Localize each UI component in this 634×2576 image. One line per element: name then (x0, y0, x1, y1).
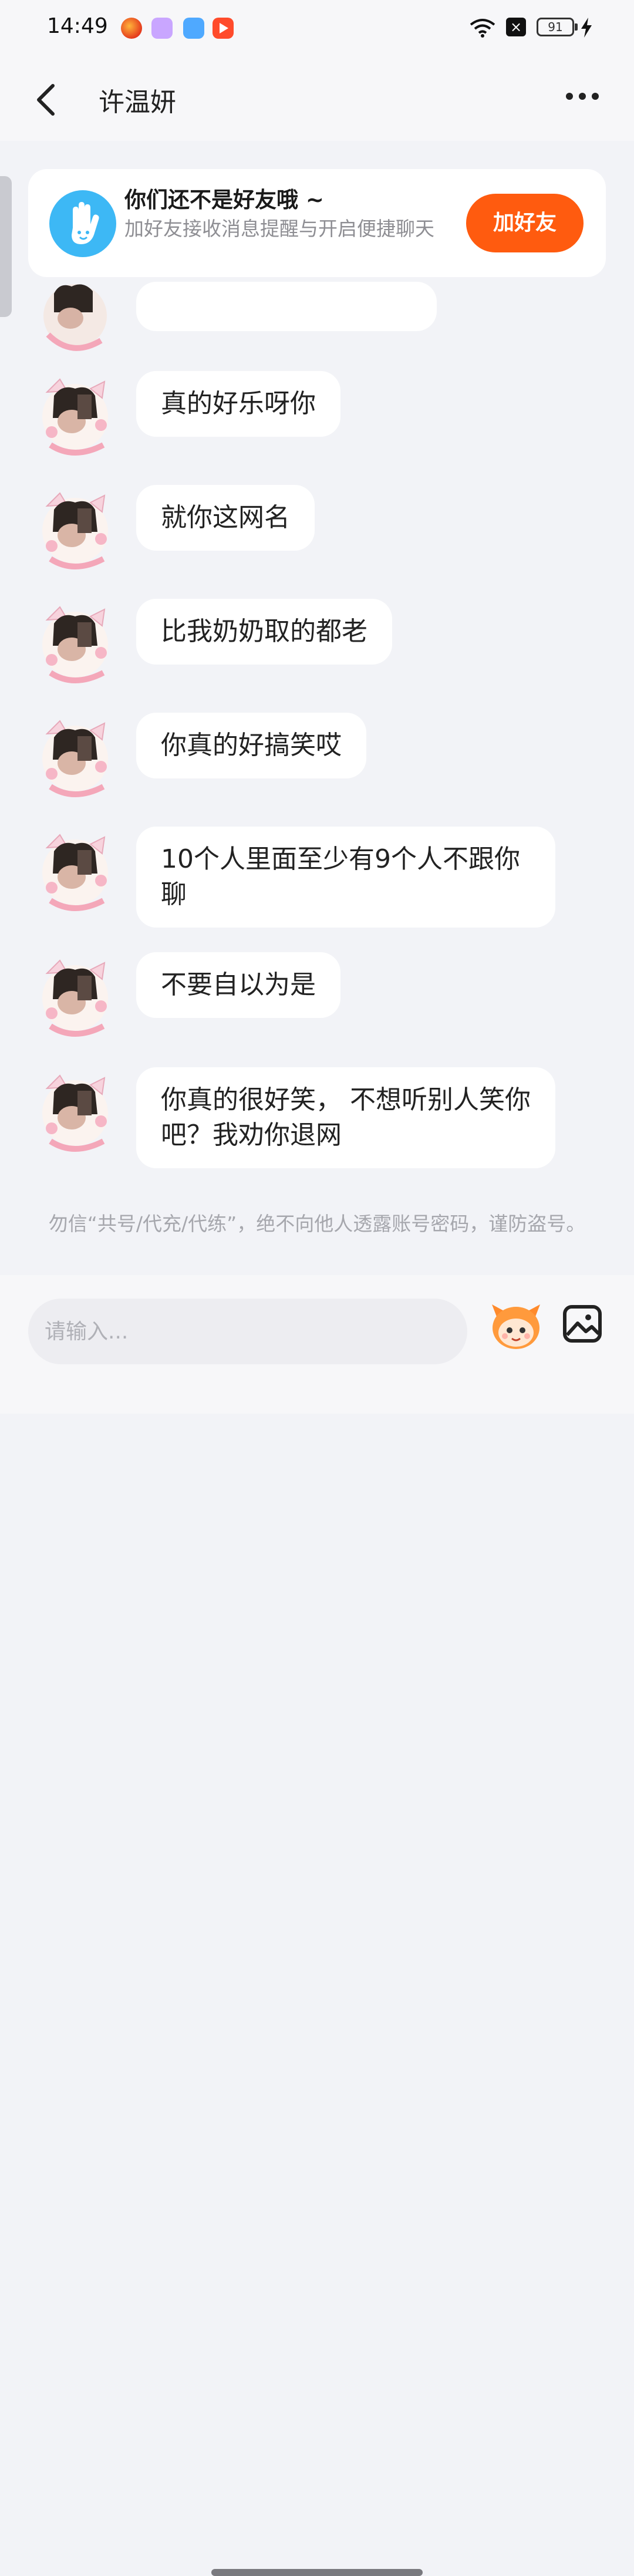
friend-request-banner: 你们还不是好友哦 ~ 加好友接收消息提醒与开启便捷聊天 加好友 (28, 169, 606, 277)
chat-app-icon (151, 18, 173, 39)
charging-icon (580, 18, 593, 40)
home-indicator[interactable] (211, 2569, 423, 2576)
chat-header: 许温妍 (0, 56, 634, 141)
add-friend-button[interactable]: 加好友 (466, 194, 584, 252)
battery-tip (575, 23, 578, 31)
banner-title: 你们还不是好友哦 ~ (124, 187, 324, 213)
hand-wave-icon (49, 190, 116, 257)
weibo-app-icon (121, 18, 142, 39)
security-notice: 勿信“共号/代充/代练”，绝不向他人透露账号密码，谨防盗号。 (48, 1212, 586, 1235)
banner-subtitle: 加好友接收消息提醒与开启便捷聊天 (124, 217, 434, 240)
wifi-icon (470, 18, 495, 40)
input-bar (0, 1275, 634, 2576)
status-bar: 14:49 × 91 (0, 0, 634, 56)
emoji-sticker-icon[interactable] (487, 1300, 545, 1355)
avatar[interactable] (36, 827, 117, 913)
chat-title: 许温妍 (99, 87, 176, 117)
status-time: 14:49 (47, 14, 108, 38)
qq-app-icon (183, 18, 204, 39)
avatar[interactable] (36, 1067, 117, 1154)
message-bubble[interactable]: 你真的好搞笑哎 (136, 713, 366, 778)
message-bubble[interactable] (136, 282, 437, 331)
battery-indicator: 91 (537, 18, 574, 36)
back-arrow-icon[interactable] (34, 82, 58, 120)
no-sim-icon: × (506, 18, 526, 36)
message-bubble[interactable]: 就你这网名 (136, 485, 315, 551)
image-picker-icon[interactable] (562, 1304, 602, 1346)
avatar[interactable] (36, 713, 117, 800)
message-bubble[interactable]: 比我奶奶取的都老 (136, 599, 392, 665)
more-dots-icon[interactable] (565, 92, 600, 103)
message-bubble[interactable]: 你真的很好笑， 不想听别人笑你吧？我劝你退网 (136, 1067, 555, 1168)
avatar[interactable] (36, 952, 117, 1039)
message-input[interactable] (28, 1299, 467, 1364)
message-bubble[interactable]: 不要自以为是 (136, 952, 340, 1018)
avatar[interactable] (36, 371, 117, 458)
avatar[interactable] (36, 485, 117, 572)
avatar[interactable] (36, 277, 117, 357)
avatar[interactable] (36, 599, 117, 686)
message-bubble[interactable]: 真的好乐呀你 (136, 371, 340, 437)
message-bubble[interactable]: 10个人里面至少有9个人不跟你聊 (136, 827, 555, 928)
video-app-icon (213, 18, 234, 39)
message-list[interactable]: 真的好乐呀你 就你这网名 比我奶奶取的都老 你真的好搞笑哎 10个人里面至少有9… (0, 277, 634, 1275)
